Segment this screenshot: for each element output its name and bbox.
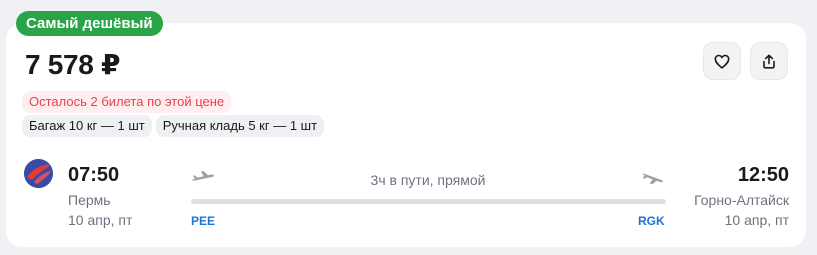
hand-luggage-chip: Ручная кладь 5 кг — 1 шт [155, 115, 325, 137]
arrival-date: 10 апр, пт [724, 212, 789, 228]
flight-duration: 3ч в пути, прямой [370, 172, 486, 188]
arrival-airport-code: RGK [638, 214, 665, 228]
share-button[interactable] [750, 42, 788, 80]
departure-city: Пермь [68, 192, 111, 208]
departure-date: 10 апр, пт [68, 212, 133, 228]
arrival-time: 12:50 [737, 164, 789, 186]
cheapest-badge: Самый дешёвый [16, 11, 163, 36]
landing-plane-icon [642, 173, 663, 185]
favorite-button[interactable] [703, 42, 741, 80]
seats-left-warning: Осталось 2 билета по этой цене [22, 91, 232, 113]
share-icon [763, 54, 775, 69]
arrival-city: Горно-Алтайск [694, 192, 789, 208]
baggage-chips: Багаж 10 кг — 1 шт Ручная кладь 5 кг — 1… [22, 115, 325, 137]
baggage-chip: Багаж 10 кг — 1 шт [22, 115, 152, 137]
takeoff-plane-icon [192, 171, 214, 181]
departure-time: 07:50 [68, 164, 120, 186]
flight-route-bar [191, 199, 666, 204]
ticket-price: 7 578 ₽ [25, 49, 121, 80]
heart-icon [714, 54, 730, 69]
airline-logo [24, 159, 53, 188]
departure-airport-code: PEE [191, 214, 216, 228]
